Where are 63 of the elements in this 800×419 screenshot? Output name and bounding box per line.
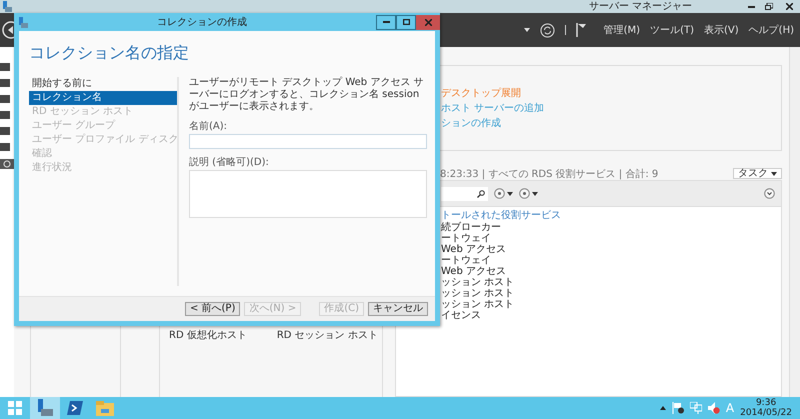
- list-item[interactable]: イセンス: [441, 310, 781, 321]
- folder-icon: [96, 400, 114, 416]
- field-label: 名前(A):: [189, 121, 228, 133]
- list-item[interactable]: Web アクセス: [441, 266, 781, 277]
- list-item[interactable]: ートウェイ: [441, 233, 781, 244]
- column-label: RD 仮想化ホスト: [169, 328, 247, 343]
- close-button[interactable]: [416, 14, 440, 30]
- menu-item[interactable]: 表示(V): [704, 23, 739, 37]
- flag-icon[interactable]: [672, 402, 684, 414]
- field-label: 説明 (省略可)(D):: [189, 157, 270, 169]
- column-label: RD セッション ホスト: [276, 329, 378, 343]
- list-item[interactable]: ートウェイ: [441, 255, 781, 266]
- flag-icon[interactable]: [576, 23, 586, 37]
- minimize-button[interactable]: [376, 14, 396, 30]
- menu-item[interactable]: 管理(M): [604, 23, 640, 37]
- caret-icon: [524, 28, 530, 32]
- menu-item[interactable]: ツール(T): [650, 23, 694, 37]
- list-item[interactable]: ッション ホスト: [441, 277, 781, 288]
- app-icon: [18, 16, 28, 28]
- list-item[interactable]: ッション ホスト: [441, 299, 781, 310]
- menu-item[interactable]: ヘルプ(H): [748, 23, 794, 37]
- window-title: サーバー マネージャー: [588, 0, 693, 13]
- description-text: ユーザーがリモート デスクトップ Web アクセス サーバーにログオンすると、コレクション名 session がユーザーに表示されます。: [189, 77, 425, 113]
- list-item[interactable]: 続ブローカー: [441, 222, 781, 233]
- sidebar-item-icon[interactable]: [0, 159, 14, 169]
- server-manager-taskbar-button[interactable]: [30, 397, 60, 419]
- minimize-icon: [382, 21, 390, 23]
- close-icon: [424, 18, 432, 26]
- search-field[interactable]: [441, 186, 488, 200]
- caret-icon: [532, 192, 538, 196]
- maximize-button[interactable]: [396, 14, 416, 30]
- caret-icon: [507, 192, 513, 196]
- filter-button[interactable]: [494, 188, 513, 199]
- app-icon: [2, 1, 12, 12]
- restore-icon: [765, 3, 773, 10]
- description-field[interactable]: [189, 170, 427, 218]
- group-header[interactable]: トールされた役割サービス: [441, 209, 781, 222]
- speaker-icon[interactable]: [708, 402, 720, 414]
- wizard-step[interactable]: コレクション名: [29, 91, 177, 105]
- clock[interactable]: 9:36 2014/05/22: [740, 398, 792, 418]
- maximize-icon: [402, 19, 410, 25]
- name-field[interactable]: [189, 134, 427, 149]
- expand-icon[interactable]: [764, 188, 775, 199]
- tasks-button[interactable]: タスク: [733, 168, 782, 179]
- refresh-icon[interactable]: [540, 22, 555, 38]
- wizard-button[interactable]: < 前へ(P): [184, 302, 240, 316]
- tray-expand-icon[interactable]: [660, 406, 666, 410]
- status-text: 8:23:33 | すべての RDS 役割サービス | 合計: 9: [440, 168, 658, 180]
- prompt-icon: [67, 401, 83, 415]
- scrollbar[interactable]: [789, 47, 800, 397]
- server-icon: [36, 399, 54, 417]
- search-icon: [477, 190, 485, 198]
- filter-button[interactable]: [519, 188, 538, 199]
- wizard-step[interactable]: 開始する前に: [29, 77, 177, 91]
- wizard-button[interactable]: キャンセル: [368, 302, 428, 316]
- caret-icon: [771, 172, 777, 176]
- dialog-title: コレクションの作成: [156, 16, 248, 29]
- close-icon: [786, 3, 792, 10]
- minimize-icon: [748, 6, 754, 8]
- page-heading: コレクション名の指定: [29, 43, 190, 63]
- four-squares-icon: [8, 401, 22, 415]
- list-item[interactable]: Web アクセス: [441, 244, 781, 255]
- list-item[interactable]: ッション ホスト: [441, 288, 781, 299]
